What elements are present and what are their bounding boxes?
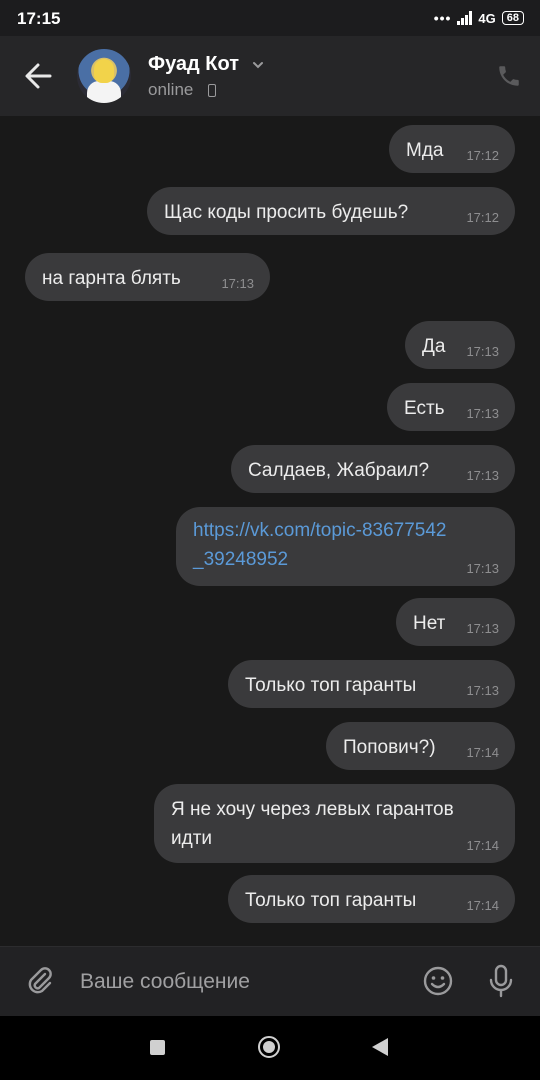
network-type: 4G bbox=[478, 10, 496, 26]
system-back-button[interactable] bbox=[372, 1038, 388, 1056]
status-indicators: ••• 4G 68 bbox=[434, 9, 524, 27]
message-list[interactable]: Мда 17:12 Щас коды просить будешь? 17:12 на … bbox=[0, 116, 540, 946]
outgoing-message-bubble[interactable]: Только топ гаранты 17:13 bbox=[228, 660, 515, 708]
outgoing-message-bubble[interactable]: Есть 17:13 bbox=[387, 383, 515, 431]
message-text: Щас коды просить будешь? bbox=[164, 202, 409, 223]
contact-status: online bbox=[148, 80, 194, 99]
recent-apps-button[interactable] bbox=[150, 1040, 165, 1055]
chat-header: Фуад Кот online bbox=[0, 36, 540, 116]
incoming-message-bubble[interactable]: на гарнта блять 17:13 bbox=[25, 253, 270, 301]
status-bar: 17:15 ••• 4G 68 bbox=[0, 0, 540, 36]
back-button[interactable] bbox=[20, 60, 56, 92]
message-time: 17:12 bbox=[466, 210, 499, 225]
outgoing-message-bubble[interactable]: Щас коды просить будешь? 17:12 bbox=[147, 187, 515, 235]
message-time: 17:13 bbox=[466, 561, 499, 576]
avatar[interactable] bbox=[77, 49, 131, 103]
outgoing-message-bubble[interactable]: Только топ гаранты 17:14 bbox=[228, 875, 515, 923]
system-navigation-bar bbox=[0, 1016, 540, 1080]
message-time: 17:13 bbox=[466, 683, 499, 698]
message-link[interactable]: https://vk.com/topic-83677542 _39248952 bbox=[193, 516, 499, 574]
message-time: 17:13 bbox=[466, 406, 499, 421]
chevron-down-icon[interactable] bbox=[252, 60, 264, 70]
message-input[interactable] bbox=[78, 961, 402, 1003]
message-text: Только топ гаранты bbox=[245, 675, 417, 696]
message-text: Салдаев, Жабраил? bbox=[248, 460, 430, 481]
message-time: 17:13 bbox=[221, 276, 254, 291]
message-time: 17:13 bbox=[466, 468, 499, 483]
microphone-icon bbox=[489, 964, 513, 998]
message-time: 17:14 bbox=[466, 745, 499, 760]
paperclip-icon bbox=[28, 967, 52, 994]
outgoing-message-bubble[interactable]: https://vk.com/topic-83677542 _39248952 1… bbox=[176, 507, 515, 586]
outgoing-message-bubble[interactable]: Да 17:13 bbox=[405, 321, 515, 369]
battery-icon: 68 bbox=[501, 11, 524, 25]
attach-button[interactable] bbox=[24, 965, 56, 997]
emoji-button[interactable] bbox=[421, 964, 455, 998]
outgoing-message-bubble[interactable]: Салдаев, Жабраил? 17:13 bbox=[231, 445, 515, 493]
message-time: 17:13 bbox=[466, 621, 499, 636]
outgoing-message-bubble[interactable]: Попович?) 17:14 bbox=[326, 722, 515, 770]
message-text: Я не хочу через левых гарантов идти bbox=[171, 799, 454, 849]
voice-message-button[interactable] bbox=[486, 963, 516, 999]
call-button[interactable] bbox=[496, 63, 522, 89]
notification-dots-icon: ••• bbox=[433, 10, 452, 26]
outgoing-message-bubble[interactable]: Нет 17:13 bbox=[396, 598, 515, 646]
outgoing-message-bubble[interactable]: Я не хочу через левых гарантов идти 17:14 bbox=[154, 784, 515, 863]
mobile-device-icon bbox=[208, 84, 216, 97]
message-time: 17:14 bbox=[466, 838, 499, 853]
phone-icon bbox=[499, 66, 519, 86]
outgoing-message-bubble[interactable]: Мда 17:12 bbox=[389, 125, 515, 173]
signal-icon bbox=[457, 11, 473, 25]
home-button[interactable] bbox=[258, 1036, 280, 1058]
message-time: 17:14 bbox=[466, 898, 499, 913]
message-composer bbox=[0, 946, 540, 1017]
message-time: 17:13 bbox=[466, 344, 499, 359]
smiley-icon bbox=[423, 966, 453, 996]
contact-name[interactable]: Фуад Кот bbox=[148, 53, 239, 76]
arrow-left-icon bbox=[25, 63, 52, 89]
status-time: 17:15 bbox=[17, 9, 61, 28]
message-text: Только топ гаранты bbox=[245, 890, 417, 911]
message-time: 17:12 bbox=[466, 148, 499, 163]
